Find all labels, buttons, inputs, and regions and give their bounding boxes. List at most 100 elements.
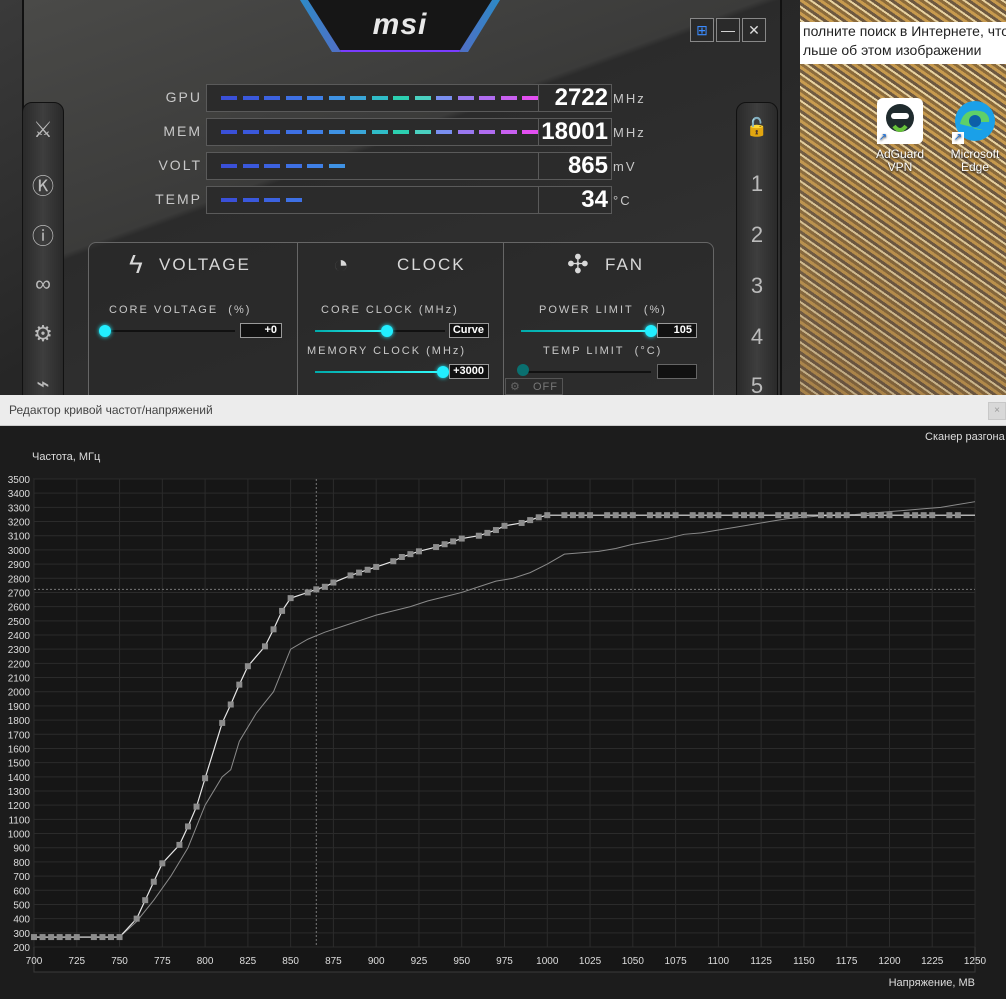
curve-point xyxy=(99,934,106,941)
stat-bar-segment xyxy=(414,96,431,100)
x-tick-label: 1050 xyxy=(622,956,645,967)
stat-bar-segment xyxy=(479,96,495,100)
y-tick-label: 1900 xyxy=(8,702,31,713)
core-clock-knob[interactable] xyxy=(381,325,393,337)
info-icon[interactable]: ⓘ xyxy=(23,219,63,251)
curve-point xyxy=(758,512,765,519)
curve-point xyxy=(672,512,679,519)
memory-clock-value[interactable]: +3000 xyxy=(449,364,489,379)
profile-slot-3[interactable]: 3 xyxy=(737,273,777,299)
afterburner-window: msi ⊞ — ✕ ⚔ Ⓚ ⓘ ∞ ⚙ ⌁ 🔓 1 2 3 4 5 GPU 27… xyxy=(0,0,800,398)
curve-point xyxy=(646,512,653,519)
curve-point xyxy=(433,544,440,551)
mem-bar xyxy=(206,118,540,146)
gpu-unit: MHz xyxy=(613,91,646,106)
monitor-icon[interactable]: ⌁ xyxy=(23,371,63,397)
core-clock-label: CORE CLOCK (MHz) xyxy=(321,304,459,316)
profile-lock-icon[interactable]: 🔓 xyxy=(737,117,777,138)
core-voltage-slider[interactable] xyxy=(105,330,235,332)
gpu-label: GPU xyxy=(165,89,202,105)
minimize-button[interactable]: — xyxy=(716,18,740,42)
core-clock-value[interactable]: Curve xyxy=(449,323,489,338)
oc-scanner-icon[interactable]: ⚔ xyxy=(23,117,63,143)
profile-slot-4[interactable]: 4 xyxy=(737,324,777,350)
curve-point xyxy=(920,512,927,519)
volt-bar xyxy=(206,152,540,180)
curve-point xyxy=(321,583,328,590)
memory-clock-knob[interactable] xyxy=(437,366,449,378)
temp-limit-knob[interactable] xyxy=(517,364,529,376)
curve-point xyxy=(150,878,157,885)
y-tick-label: 2600 xyxy=(8,603,31,614)
y-tick-label: 600 xyxy=(13,886,30,897)
desktop-shortcut-adguard-vpn[interactable]: ↗ AdGuard VPN xyxy=(870,98,930,174)
y-tick-label: 800 xyxy=(13,858,30,869)
power-limit-label: POWER LIMIT (%) xyxy=(539,304,667,316)
stat-bar-segment xyxy=(328,96,345,100)
settings-gear-icon[interactable]: ⚙ xyxy=(23,321,63,347)
search-hint-popup[interactable]: полните поиск в Интернете, что льше об э… xyxy=(800,22,1006,64)
y-tick-label: 1200 xyxy=(8,801,31,812)
curve-point xyxy=(527,517,534,524)
x-axis-label: Напряжение, МВ xyxy=(889,977,975,989)
stat-bar-segment xyxy=(457,96,474,100)
editor-titlebar[interactable]: Редактор кривой частот/напряжений × xyxy=(0,395,1006,426)
y-tick-label: 1700 xyxy=(8,730,31,741)
y-tick-label: 2300 xyxy=(8,645,31,656)
curve-point xyxy=(73,934,80,941)
core-voltage-knob[interactable] xyxy=(99,325,111,337)
shortcut-arrow-icon: ↗ xyxy=(952,132,964,144)
curve-point xyxy=(612,512,619,519)
vf-curve-chart[interactable]: Частота, МГц Напряжение, МВ 200 300 400 500… xyxy=(0,425,1006,999)
curve-point xyxy=(244,663,251,670)
desktop-shortcut-microsoft-edge[interactable]: ↗ Microsoft Edge xyxy=(945,98,1005,174)
power-limit-value[interactable]: 105 xyxy=(657,323,697,338)
left-tool-rail: ⚔ Ⓚ ⓘ ∞ ⚙ ⌁ xyxy=(22,102,64,397)
profile-slot-2[interactable]: 2 xyxy=(737,222,777,248)
y-tick-label: 2700 xyxy=(8,588,31,599)
temp-unit: °C xyxy=(613,193,632,208)
curve-point xyxy=(484,529,491,536)
curve-point xyxy=(903,512,910,519)
curve-point xyxy=(860,512,867,519)
fan-auto-toggle[interactable]: ⚙ OFF xyxy=(505,378,563,395)
fan-auto-label: OFF xyxy=(533,381,558,393)
curve-point xyxy=(869,512,876,519)
clock-title: CLOCK xyxy=(397,255,466,274)
curve-point xyxy=(176,841,183,848)
curve-point xyxy=(159,860,166,867)
stat-bar-segment xyxy=(264,198,280,202)
curve-point xyxy=(843,512,850,519)
k-boost-icon[interactable]: Ⓚ xyxy=(23,169,63,201)
temp-limit-value[interactable] xyxy=(657,364,697,379)
volt-value: 865 xyxy=(567,152,608,179)
core-voltage-label: CORE VOLTAGE (%) xyxy=(109,304,252,316)
x-tick-label: 1250 xyxy=(964,956,987,967)
x-tick-label: 925 xyxy=(411,956,428,967)
curve-point xyxy=(107,934,114,941)
close-button[interactable]: ✕ xyxy=(742,18,766,42)
curve-point xyxy=(219,719,226,726)
curve-point xyxy=(749,512,756,519)
memory-clock-label: MEMORY CLOCK (MHz) xyxy=(307,345,467,357)
stat-bar-segment xyxy=(221,130,237,134)
stat-bar-segment xyxy=(436,96,452,100)
core-voltage-value[interactable]: +0 xyxy=(240,323,282,338)
editor-close-button[interactable]: × xyxy=(988,402,1006,420)
windows-mode-button[interactable]: ⊞ xyxy=(690,18,714,42)
stat-bar-segment xyxy=(242,164,259,168)
oc-icon[interactable]: ∞ xyxy=(23,271,63,297)
curve-point xyxy=(783,512,790,519)
x-tick-label: 800 xyxy=(197,956,214,967)
y-axis-label: Частота, МГц xyxy=(32,451,101,463)
temp-limit-slider[interactable] xyxy=(521,371,651,373)
curve-point xyxy=(142,897,149,904)
y-tick-label: 3500 xyxy=(8,475,31,486)
profile-slot-1[interactable]: 1 xyxy=(737,171,777,197)
curve-point xyxy=(373,563,380,570)
curve-point xyxy=(390,558,397,565)
y-tick-label: 3300 xyxy=(8,503,31,514)
curve-point xyxy=(407,551,414,558)
power-limit-knob[interactable] xyxy=(645,325,657,337)
panel-divider xyxy=(503,243,504,396)
